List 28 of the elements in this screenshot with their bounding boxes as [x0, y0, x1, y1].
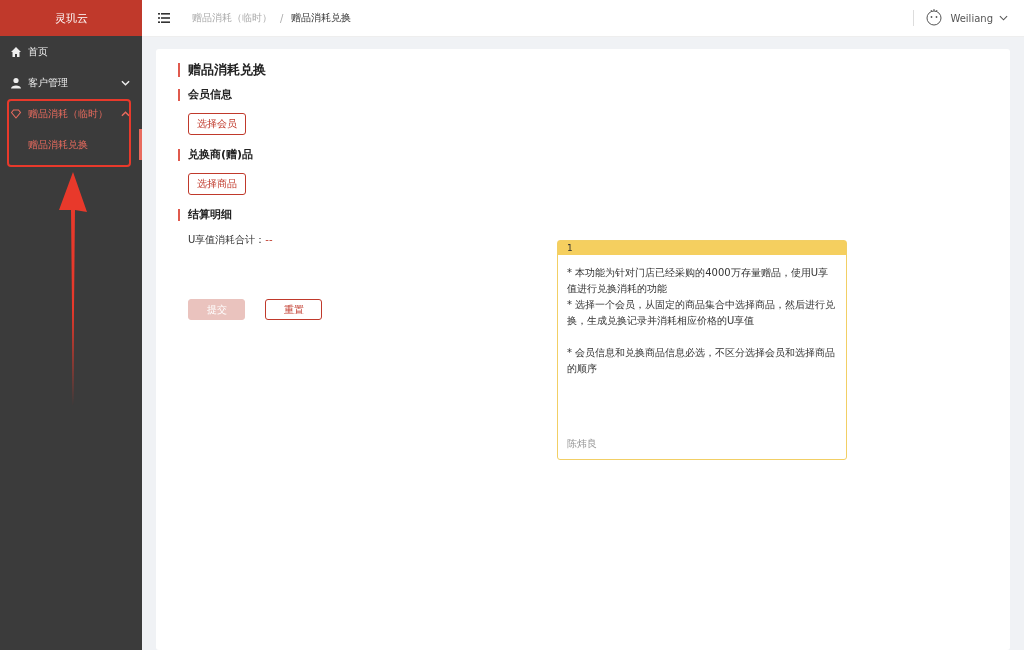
page-title: 赠品消耗兑换	[178, 63, 988, 77]
note-number: 1	[558, 241, 846, 255]
submenu-item[interactable]: 赠品消耗兑换	[0, 129, 142, 160]
summary-label: U享值消耗合计：	[188, 234, 266, 245]
user-icon	[10, 76, 22, 89]
note-text: * 本功能为针对门店已经采购的4000万存量赠品，使用U享值进行兑换消耗的功能	[567, 266, 829, 296]
app-logo: 灵玑云	[0, 0, 142, 36]
diamond-icon	[10, 107, 22, 120]
menu-icon[interactable]	[158, 13, 170, 23]
section-title: 结算明细	[178, 209, 988, 221]
menu-item[interactable]: 客户管理	[0, 67, 142, 98]
section-title: 兑换商(赠)品	[178, 149, 988, 161]
menu-item[interactable]: 首页	[0, 36, 142, 67]
breadcrumb-item: 赠品消耗兑换	[291, 11, 352, 25]
reset-button[interactable]: 重置	[265, 299, 322, 320]
section-title: 会员信息	[178, 89, 988, 101]
select-button[interactable]: 选择会员	[188, 113, 246, 135]
note-text: * 会员信息和兑换商品信息必选，不区分选择会员和选择商品的顺序	[567, 346, 837, 376]
select-button[interactable]: 选择商品	[188, 173, 246, 195]
breadcrumb-separator: /	[280, 12, 284, 24]
home-icon	[10, 45, 22, 58]
summary-value: --	[265, 234, 273, 245]
avatar-icon[interactable]	[924, 8, 945, 28]
user-menu[interactable]: Weiliang	[950, 12, 993, 24]
chevron-icon[interactable]	[999, 15, 1008, 21]
menu-item[interactable]: 赠品消耗（临时）	[0, 98, 142, 129]
note-author: 陈炜良	[566, 437, 598, 451]
note-text: * 选择一个会员，从固定的商品集合中选择商品，然后进行兑换，生成兑换记录并消耗相应价格的U享值	[567, 298, 837, 328]
